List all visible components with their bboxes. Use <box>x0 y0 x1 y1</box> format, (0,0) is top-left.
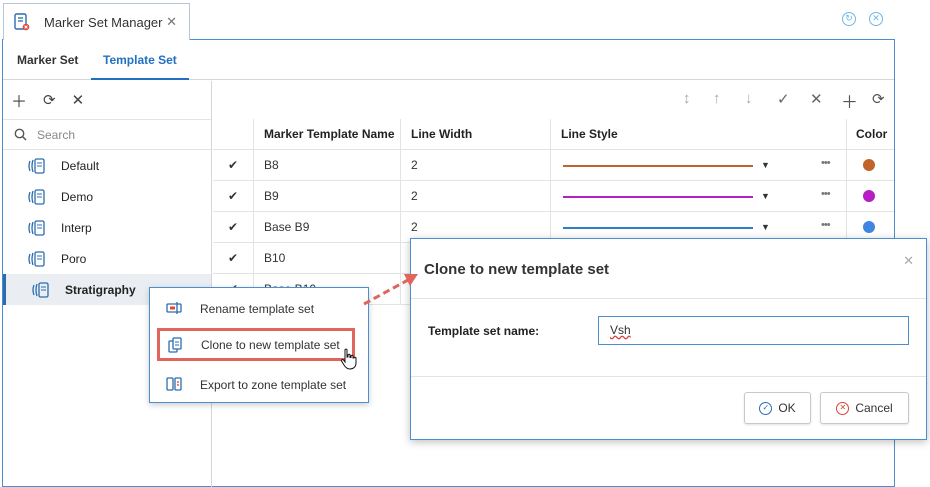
cancel-button[interactable]: ✕ Cancel <box>820 392 909 424</box>
sub-tabs: Marker Set Template Set <box>3 40 894 80</box>
template-set-icon <box>27 219 47 236</box>
cancel-circle-icon: ✕ <box>836 401 850 415</box>
context-menu: Rename template set Clone to new templat… <box>149 287 369 403</box>
line-style-sample <box>563 165 753 167</box>
dropdown-arrow-icon[interactable]: ▼ <box>761 181 770 212</box>
check-header <box>213 119 254 150</box>
row-check-icon[interactable]: ✔ <box>213 212 254 243</box>
template-set-name-label: Template set name: <box>428 324 540 338</box>
delete-icon[interactable]: ✕ <box>72 91 85 109</box>
cell-color[interactable] <box>847 150 894 181</box>
search-box[interactable]: Search <box>3 119 211 150</box>
cell-line-width[interactable]: 2 <box>401 150 551 181</box>
search-icon <box>14 128 27 141</box>
list-item-interp[interactable]: Interp <box>3 212 211 243</box>
menu-item-clone[interactable]: Clone to new template set <box>157 328 355 361</box>
header-color[interactable]: Color <box>847 119 894 150</box>
template-set-list-panel: ＋ ⟳ ✕ Search Default Demo Interp Poro St… <box>3 81 212 487</box>
list-item-label: Default <box>61 158 100 173</box>
line-style-sample <box>563 196 753 198</box>
header-line-style[interactable]: Line Style <box>551 119 847 150</box>
list-item-label: Stratigraphy <box>65 282 136 297</box>
more-icon[interactable]: ••• <box>821 212 831 241</box>
close-window-icon[interactable]: ✕ <box>869 12 883 26</box>
cell-line-style[interactable]: ▼ ••• <box>551 181 847 212</box>
discard-icon[interactable]: ✕ <box>810 90 823 108</box>
clone-icon <box>168 337 182 353</box>
refresh-icon[interactable]: ↻ <box>842 12 856 26</box>
color-swatch <box>863 159 875 171</box>
header-name[interactable]: Marker Template Name <box>254 119 401 150</box>
list-item-demo[interactable]: Demo <box>3 181 211 212</box>
cell-line-style[interactable]: ▼ ••• <box>551 150 847 181</box>
cell-name[interactable]: B8 <box>254 150 401 181</box>
add-row-icon[interactable]: ＋ <box>841 88 858 113</box>
sync-icon[interactable]: ⟳ <box>43 91 56 109</box>
template-set-name-value: Vsh <box>610 323 631 337</box>
cancel-label: Cancel <box>855 401 893 415</box>
list-item-poro[interactable]: Poro <box>3 243 211 274</box>
header-line-width[interactable]: Line Width <box>401 119 551 150</box>
rename-icon <box>166 302 182 314</box>
dialog-header: Clone to new template set ✕ <box>411 239 926 299</box>
dialog-close-icon[interactable]: ✕ <box>903 253 914 269</box>
move-down-icon[interactable]: ↓ <box>745 90 753 107</box>
sort-icon[interactable]: ↕ <box>683 90 691 107</box>
marker-set-manager: Marker Set Manager ✕ ↻ ✕ Marker Set Temp… <box>0 0 930 487</box>
hand-cursor-icon <box>340 348 357 370</box>
row-check-icon[interactable]: ✔ <box>213 243 254 274</box>
row-check-icon[interactable]: ✔ <box>213 150 254 181</box>
template-set-icon <box>27 188 47 205</box>
list-item-label: Poro <box>61 251 87 266</box>
window-title: Marker Set Manager <box>44 14 163 30</box>
window-tab[interactable]: Marker Set Manager ✕ <box>3 3 190 40</box>
table-row[interactable]: ✔ B9 2 ▼ ••• <box>213 181 894 212</box>
apply-icon[interactable]: ✓ <box>777 90 790 108</box>
check-circle-icon: ✓ <box>759 401 773 415</box>
template-set-name-field[interactable]: Vsh <box>598 316 909 345</box>
list-item-label: Interp <box>61 220 92 235</box>
clone-dialog: Clone to new template set ✕ Template set… <box>410 238 927 440</box>
grid-header: Marker Template Name Line Width Line Sty… <box>213 119 894 150</box>
color-swatch <box>863 190 875 202</box>
cell-name[interactable]: Base B9 <box>254 212 401 243</box>
search-input[interactable]: Search <box>37 128 75 142</box>
list-item-default[interactable]: Default <box>3 150 211 181</box>
template-set-icon <box>27 250 47 267</box>
menu-item-rename[interactable]: Rename template set <box>150 290 368 327</box>
list-item-label: Demo <box>61 189 94 204</box>
grid-toolbar: ↕ ↑ ↓ ✓ ✕ ＋ ⟳ <box>213 81 894 119</box>
table-row[interactable]: ✔ B8 2 ▼ ••• <box>213 150 894 181</box>
left-toolbar: ＋ ⟳ ✕ <box>3 81 211 119</box>
tab-marker-set[interactable]: Marker Set <box>17 40 78 80</box>
tab-template-set[interactable]: Template Set <box>91 40 189 80</box>
more-icon[interactable]: ••• <box>821 150 831 179</box>
color-swatch <box>863 221 875 233</box>
ok-label: OK <box>778 401 796 415</box>
move-up-icon[interactable]: ↑ <box>713 90 721 107</box>
add-icon[interactable]: ＋ <box>11 88 27 112</box>
close-tab-icon[interactable]: ✕ <box>166 14 177 30</box>
cell-line-width[interactable]: 2 <box>401 181 551 212</box>
cell-name[interactable]: B9 <box>254 181 401 212</box>
menu-item-label: Clone to new template set <box>201 337 340 352</box>
template-set-icon <box>31 281 51 298</box>
dialog-title: Clone to new template set <box>424 261 610 278</box>
export-icon <box>166 377 182 391</box>
dashed-arrow-icon <box>363 274 418 306</box>
template-set-icon <box>27 157 47 174</box>
dropdown-arrow-icon[interactable]: ▼ <box>761 150 770 181</box>
cell-color[interactable] <box>847 181 894 212</box>
refresh-grid-icon[interactable]: ⟳ <box>872 90 885 108</box>
ok-button[interactable]: ✓ OK <box>744 392 811 424</box>
row-check-icon[interactable]: ✔ <box>213 181 254 212</box>
menu-item-export[interactable]: Export to zone template set <box>150 366 368 403</box>
menu-item-label: Rename template set <box>200 301 315 316</box>
marker-set-manager-icon <box>14 13 30 31</box>
line-style-sample <box>563 227 753 229</box>
more-icon[interactable]: ••• <box>821 181 831 210</box>
dialog-body: Template set name: Vsh <box>411 299 926 377</box>
menu-item-label: Export to zone template set <box>200 377 347 392</box>
